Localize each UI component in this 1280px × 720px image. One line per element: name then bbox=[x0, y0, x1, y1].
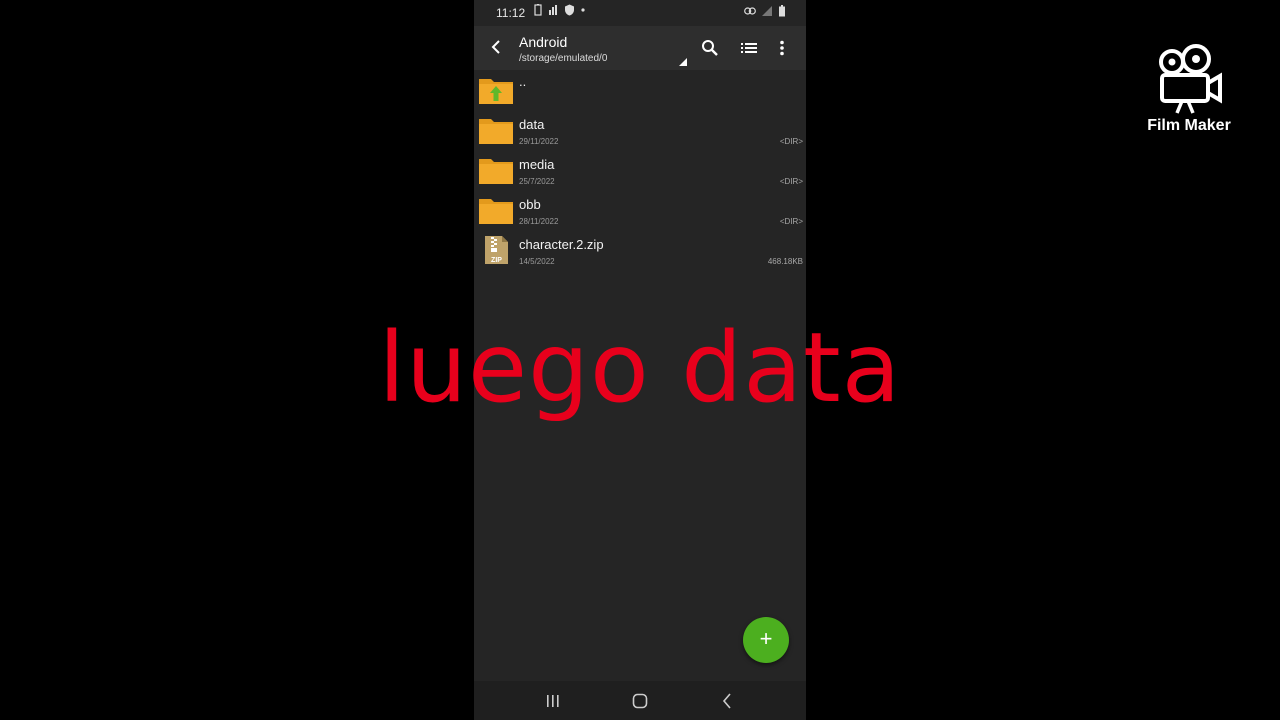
list-view-icon bbox=[741, 43, 757, 53]
navigation-bar bbox=[474, 681, 806, 720]
file-meta: <DIR> bbox=[779, 217, 803, 226]
file-row-media[interactable]: media 25/7/2022 <DIR> bbox=[474, 150, 806, 190]
path-dropdown-indicator[interactable] bbox=[679, 58, 687, 66]
search-button[interactable] bbox=[700, 38, 720, 58]
plus-icon: + bbox=[759, 626, 773, 651]
status-icons-left bbox=[534, 4, 585, 16]
cell-signal-icon bbox=[762, 6, 772, 16]
back-nav-icon bbox=[722, 693, 731, 709]
folder-icon bbox=[479, 119, 513, 144]
file-size: 468.18KB bbox=[767, 257, 803, 266]
file-meta: <DIR> bbox=[779, 177, 803, 186]
back-icon bbox=[491, 40, 500, 54]
file-date: 14/5/2022 bbox=[519, 257, 555, 266]
folder-icon bbox=[479, 199, 513, 224]
film-maker-watermark: Film Maker bbox=[1134, 42, 1244, 142]
file-row-obb[interactable]: obb 28/11/2022 <DIR> bbox=[474, 190, 806, 230]
nav-back-button[interactable] bbox=[715, 691, 739, 711]
folder-icon bbox=[479, 159, 513, 184]
battery-icon bbox=[779, 5, 785, 17]
file-list: .. data 29/11/2022 <DIR> media 25/7/2022… bbox=[474, 70, 806, 270]
more-options-button[interactable] bbox=[772, 38, 792, 58]
file-date: 25/7/2022 bbox=[519, 177, 555, 186]
file-meta: <DIR> bbox=[779, 137, 803, 146]
more-vert-icon bbox=[780, 40, 784, 56]
signal-bars-icon bbox=[549, 5, 557, 15]
toolbar: Android /storage/emulated/0 bbox=[474, 26, 806, 70]
link-icon bbox=[744, 7, 756, 15]
back-button[interactable] bbox=[486, 36, 506, 58]
caption-overlay: luego data bbox=[378, 312, 902, 424]
watermark-label: Film Maker bbox=[1147, 117, 1231, 134]
folder-title: Android bbox=[519, 34, 568, 50]
home-icon bbox=[632, 693, 648, 709]
file-name: .. bbox=[519, 74, 527, 89]
file-row-zip[interactable]: ZIP character.2.zip 14/5/2022 468.18KB bbox=[474, 230, 806, 270]
search-icon bbox=[702, 40, 718, 56]
folder-path: /storage/emulated/0 bbox=[519, 53, 608, 64]
add-fab-button[interactable]: + bbox=[743, 617, 789, 663]
status-bar: 11:12 bbox=[474, 0, 806, 26]
shield-icon bbox=[565, 4, 574, 16]
file-name: data bbox=[519, 117, 545, 132]
svg-text:ZIP: ZIP bbox=[491, 257, 502, 264]
file-row-parent[interactable]: .. bbox=[474, 70, 806, 110]
movie-camera-icon bbox=[1159, 44, 1222, 114]
dot-icon bbox=[581, 8, 585, 12]
file-row-data[interactable]: data 29/11/2022 <DIR> bbox=[474, 110, 806, 150]
folder-up-icon bbox=[479, 79, 513, 104]
file-date: 29/11/2022 bbox=[519, 137, 559, 146]
file-name: media bbox=[519, 157, 555, 172]
file-date: 28/11/2022 bbox=[519, 217, 559, 226]
zip-archive-icon: ZIP bbox=[485, 236, 508, 264]
status-time: 11:12 bbox=[496, 6, 526, 20]
file-name: character.2.zip bbox=[519, 237, 604, 252]
recents-button[interactable] bbox=[541, 691, 565, 711]
status-icons-right bbox=[744, 5, 786, 17]
home-button[interactable] bbox=[628, 691, 652, 711]
view-mode-button[interactable] bbox=[739, 38, 759, 58]
battery-saver-icon bbox=[534, 4, 542, 16]
recents-icon bbox=[547, 695, 559, 707]
file-name: obb bbox=[519, 197, 541, 212]
